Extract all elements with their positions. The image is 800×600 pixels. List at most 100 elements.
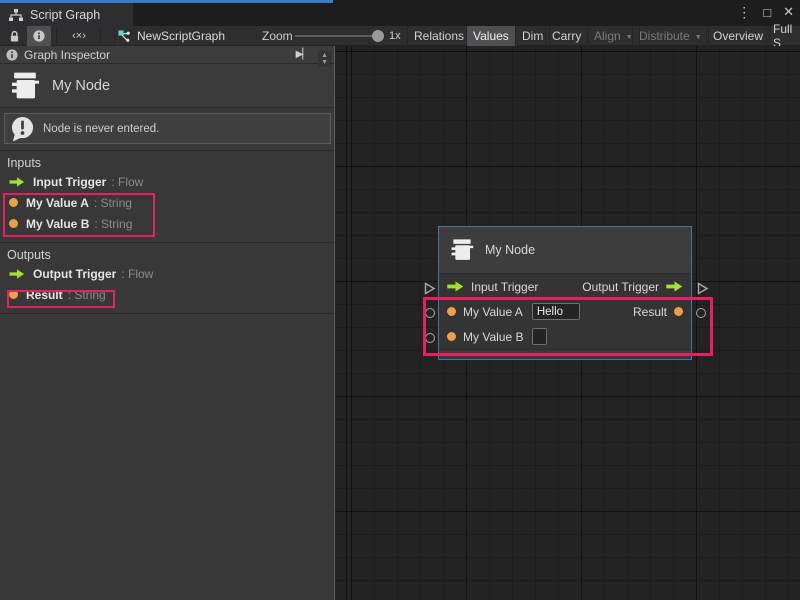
script-graph-asset-icon [118, 30, 131, 43]
warning-bubble-icon [10, 116, 35, 142]
lock-icon [9, 30, 20, 43]
external-value-a-port[interactable] [425, 308, 435, 318]
node-footer [439, 349, 691, 358]
lock-button[interactable] [2, 26, 26, 46]
carry-label: Carry [552, 29, 581, 43]
tab-label: Script Graph [30, 8, 100, 22]
external-result-port[interactable] [696, 308, 706, 318]
value-a-label: My Value A [463, 305, 523, 319]
flow-input-port-icon[interactable] [447, 281, 464, 292]
node-row-value-a: My Value A Result [439, 299, 691, 324]
port-label: My Value B [26, 217, 89, 231]
fullscreen-button[interactable]: Full S [766, 26, 800, 46]
spinner-up-icon[interactable]: ▲ [321, 52, 328, 59]
inspected-node-header: My Node [0, 64, 335, 108]
flow-arrow-icon [9, 269, 25, 279]
port-type: : Flow [121, 267, 153, 281]
graph-asset-breadcrumb[interactable]: NewScriptGraph [118, 26, 225, 46]
graph-inspector-panel: Graph Inspector ▶▏ ▲ ▼ My Node [0, 46, 335, 600]
info-icon [6, 49, 18, 61]
port-label: My Value A [26, 196, 89, 210]
value-b-input[interactable] [532, 328, 547, 345]
circle-port-icon [425, 308, 435, 318]
code-view-button[interactable]: ‹×› [63, 26, 95, 46]
circle-port-icon [696, 308, 706, 318]
value-port-icon [9, 198, 18, 207]
close-icon[interactable]: ✕ [783, 4, 794, 20]
graph-asset-name: NewScriptGraph [137, 29, 225, 43]
port-label: Result [26, 288, 63, 302]
collapse-panel-icon[interactable]: ▶▏ [293, 49, 312, 60]
spinner-down-icon[interactable]: ▼ [321, 59, 328, 66]
flow-output-port-icon[interactable] [666, 281, 683, 292]
distribute-dropdown[interactable]: Distribute ▼ [632, 26, 709, 46]
zoom-label: Zoom [262, 26, 293, 46]
zoom-slider-track[interactable] [295, 35, 383, 37]
inspector-port-value-b: My Value B : String [0, 213, 335, 234]
overview-button[interactable]: Overview [706, 26, 770, 46]
value-a-port-icon[interactable] [447, 307, 456, 316]
value-port-icon [9, 290, 18, 299]
zoom-value: 1x [389, 26, 401, 46]
inspector-title: Graph Inspector [24, 48, 287, 62]
port-type: : Flow [111, 175, 143, 189]
input-trigger-label: Input Trigger [471, 280, 538, 294]
values-button[interactable]: Values [466, 26, 516, 46]
circle-port-icon [425, 333, 435, 343]
flow-arrow-icon [9, 177, 25, 187]
value-a-input[interactable] [532, 303, 580, 320]
tab-script-graph[interactable]: Script Graph [0, 3, 133, 26]
inspector-port-result: Result : String [0, 284, 335, 305]
port-label: Input Trigger [33, 175, 106, 189]
inspector-port-output-trigger: Output Trigger : Flow [0, 263, 335, 284]
script-graph-window: Script Graph ⋮ □ ✕ ‹×› [0, 0, 800, 600]
inspected-node-title: My Node [52, 78, 110, 94]
dim-label: Dim [522, 29, 543, 43]
unit-node-icon [450, 239, 474, 261]
inspector-port-input-trigger: Input Trigger : Flow [0, 171, 335, 192]
warning-text: Node is never entered. [43, 123, 159, 135]
node-row-value-b: My Value B [439, 324, 691, 349]
info-icon [33, 30, 45, 42]
divider [0, 313, 335, 314]
value-b-port-icon[interactable] [447, 332, 456, 341]
port-type: : String [68, 288, 106, 302]
align-label: Align [594, 29, 621, 43]
node-header[interactable]: My Node [439, 227, 691, 274]
node-title: My Node [485, 243, 535, 257]
inputs-section-header: Inputs [0, 151, 335, 171]
graph-tab-icon [9, 9, 23, 21]
triangle-port-icon [696, 282, 709, 295]
overview-label: Overview [713, 29, 763, 43]
graph-toolbar: ‹×› NewScriptGraph Zoom 1x Relations Val… [0, 26, 800, 46]
warning-box: Node is never entered. [4, 113, 331, 144]
inspector-header: Graph Inspector ▶▏ ▲ ▼ [0, 46, 335, 64]
graph-canvas[interactable]: My Node Input Trigger Output Trigger My … [335, 46, 800, 600]
info-toggle-button[interactable] [27, 26, 51, 46]
external-flow-in-port[interactable] [423, 282, 436, 300]
zoom-slider-knob[interactable] [372, 30, 384, 42]
inspector-port-value-a: My Value A : String [0, 192, 335, 213]
window-menu-icon[interactable]: ⋮ [737, 4, 751, 21]
triangle-port-icon [423, 282, 436, 295]
code-icon: ‹×› [72, 30, 86, 42]
node-row-trigger: Input Trigger Output Trigger [439, 274, 691, 299]
outputs-section-header: Outputs [0, 243, 335, 263]
panel-spinner[interactable]: ▲ ▼ [318, 51, 331, 67]
value-b-label: My Value B [463, 330, 523, 344]
port-label: Output Trigger [33, 267, 116, 281]
external-flow-out-port[interactable] [696, 282, 709, 300]
values-label: Values [473, 29, 509, 43]
relations-button[interactable]: Relations [407, 26, 471, 46]
chevron-down-icon: ▼ [695, 34, 702, 41]
title-bar: Script Graph ⋮ □ ✕ [0, 0, 800, 26]
output-trigger-label: Output Trigger [582, 280, 659, 294]
distribute-label: Distribute [639, 29, 690, 43]
value-port-icon [9, 219, 18, 228]
result-port-icon[interactable] [674, 307, 683, 316]
external-value-b-port[interactable] [425, 333, 435, 343]
port-type: : String [94, 217, 132, 231]
maximize-icon[interactable]: □ [763, 5, 771, 20]
carry-button[interactable]: Carry [545, 26, 588, 46]
my-node-unit[interactable]: My Node Input Trigger Output Trigger My … [438, 226, 692, 360]
